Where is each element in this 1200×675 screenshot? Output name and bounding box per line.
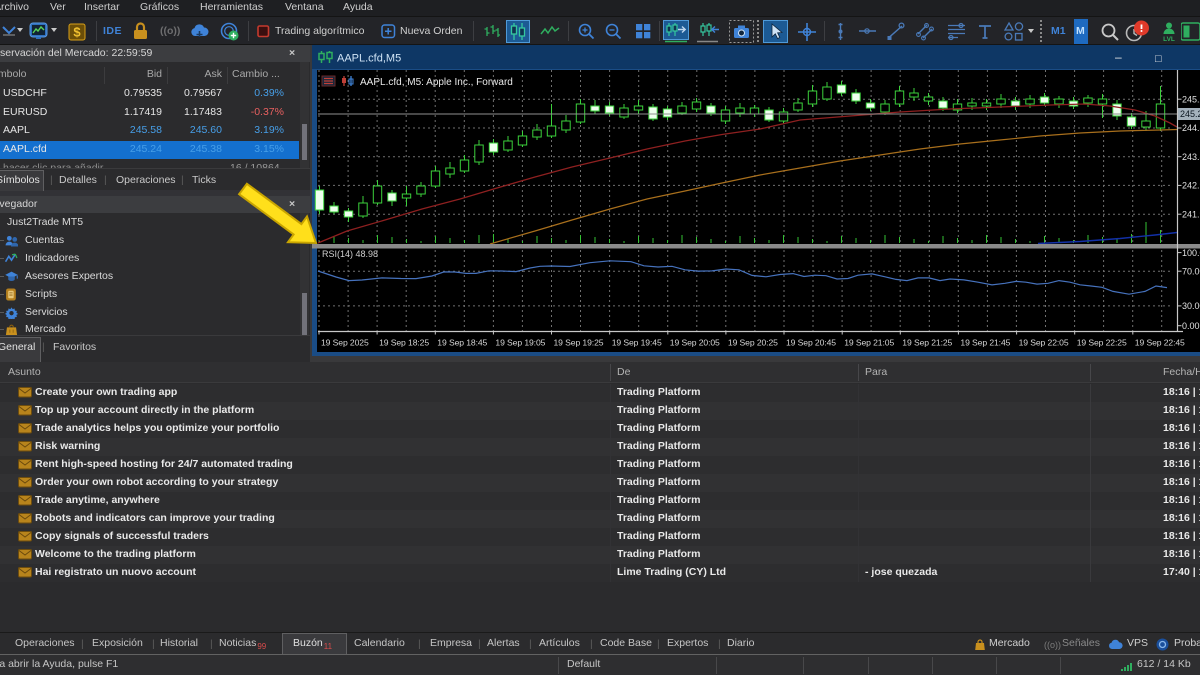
svg-text:19 Sep 21:45: 19 Sep 21:45 — [960, 338, 1010, 348]
svg-text:LVL: LVL — [1163, 36, 1175, 43]
svg-text:245.2: 245.2 — [1180, 109, 1200, 119]
svg-text:30.00: 30.00 — [1182, 301, 1200, 311]
svg-text:242.9: 242.9 — [1182, 181, 1200, 191]
svg-text:19 Sep 20:25: 19 Sep 20:25 — [728, 338, 778, 348]
svg-text:RSI(14) 48.98: RSI(14) 48.98 — [322, 249, 378, 259]
svg-text:19 Sep 21:05: 19 Sep 21:05 — [844, 338, 894, 348]
svg-text:241.9: 241.9 — [1182, 209, 1200, 219]
svg-text:$: $ — [73, 25, 81, 40]
svg-text:AAPL.cfd,M5: AAPL.cfd,M5 — [337, 53, 401, 65]
svg-text:19 Sep 18:45: 19 Sep 18:45 — [437, 338, 487, 348]
svg-text:70.00: 70.00 — [1182, 266, 1200, 276]
svg-text:19 Sep 19:05: 19 Sep 19:05 — [495, 338, 545, 348]
svg-text:19 Sep 20:05: 19 Sep 20:05 — [670, 338, 720, 348]
svg-text:0.00: 0.00 — [1182, 321, 1200, 331]
svg-text:245.2: 245.2 — [1182, 94, 1200, 104]
svg-text:19 Sep 21:25: 19 Sep 21:25 — [902, 338, 952, 348]
svg-text:19 Sep 18:25: 19 Sep 18:25 — [379, 338, 429, 348]
svg-text:19 Sep 22:25: 19 Sep 22:25 — [1077, 338, 1127, 348]
svg-text:19 Sep 19:45: 19 Sep 19:45 — [612, 338, 662, 348]
svg-text:19 Sep 20:45: 19 Sep 20:45 — [786, 338, 836, 348]
svg-text:AAPL.cfd, M5: Apple Inc., For: AAPL.cfd, M5: Apple Inc., Forward — [360, 77, 513, 88]
svg-text:100.0: 100.0 — [1182, 248, 1200, 258]
svg-text:243.8: 243.8 — [1182, 152, 1200, 162]
svg-text:244.8: 244.8 — [1182, 123, 1200, 133]
svg-text:19 Sep 22:05: 19 Sep 22:05 — [1019, 338, 1069, 348]
svg-text:□: □ — [1155, 53, 1162, 65]
svg-text:19 Sep 19:25: 19 Sep 19:25 — [554, 338, 604, 348]
svg-text:–: – — [1115, 50, 1122, 64]
svg-text:19 Sep 2025: 19 Sep 2025 — [321, 338, 369, 348]
svg-text:19 Sep 22:45: 19 Sep 22:45 — [1135, 338, 1185, 348]
